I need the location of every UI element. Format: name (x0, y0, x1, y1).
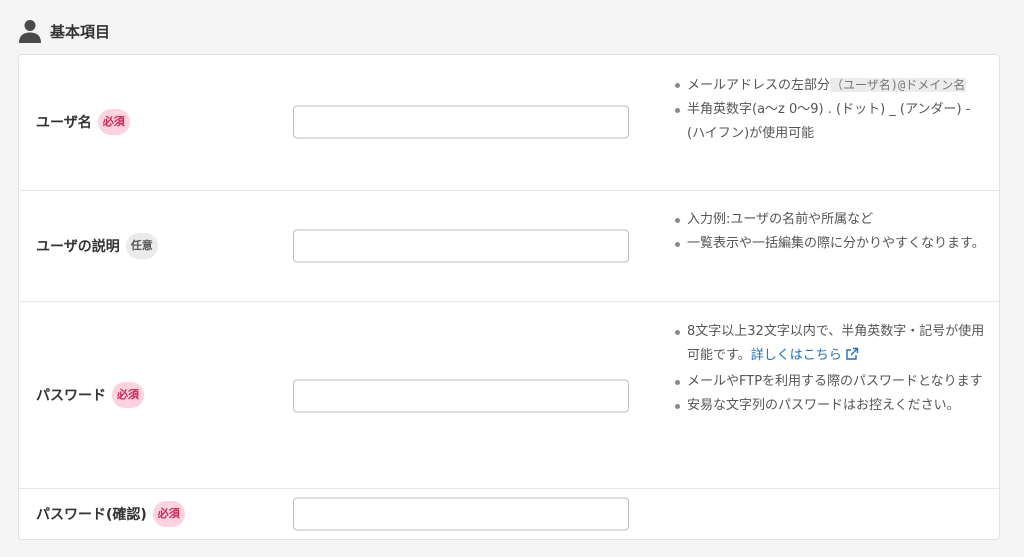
description-row: ユーザの説明 任意 入力例:ユーザの名前や所属など 一覧表示や一括編集の際に分か… (19, 191, 999, 302)
note-item: メールやFTPを利用する際のパスワードとなります (673, 370, 989, 394)
password-input[interactable] (293, 379, 629, 413)
note-text: メールアドレスの左部分 (687, 78, 831, 93)
description-label: ユーザの説明 (36, 239, 120, 255)
note-item: 一覧表示や一括編集の際に分かりやすくなります。 (673, 232, 989, 256)
description-input[interactable] (293, 229, 629, 263)
username-notes: メールアドレスの左部分（ユーザ名)@ドメイン名 半角英数字(a〜z 0〜9) .… (673, 73, 989, 146)
username-row: ユーザ名 必須 メールアドレスの左部分（ユーザ名)@ドメイン名 半角英数字(a〜… (19, 55, 999, 191)
optional-badge: 任意 (125, 233, 158, 259)
form-card: ユーザ名 必須 メールアドレスの左部分（ユーザ名)@ドメイン名 半角英数字(a〜… (18, 54, 1000, 540)
details-link[interactable]: 詳しくはこちら (751, 348, 842, 363)
username-input[interactable] (293, 105, 629, 139)
note-item: メールアドレスの左部分（ユーザ名)@ドメイン名 (673, 73, 989, 98)
username-label-group: ユーザ名 必須 (36, 108, 130, 136)
required-badge: 必須 (152, 501, 185, 527)
username-label: ユーザ名 (36, 115, 92, 131)
note-code-highlight: （ユーザ名)@ドメイン名 (830, 78, 967, 92)
external-link-icon[interactable] (845, 346, 859, 370)
password-label-group: パスワード 必須 (36, 381, 144, 409)
note-item: 安易な文字列のパスワードはお控えください。 (673, 394, 989, 418)
section-title: 基本項目 (50, 22, 111, 41)
note-item: 半角英数字(a〜z 0〜9) . (ドット) _ (アンダー) - (ハイフン)… (673, 98, 989, 146)
password-confirm-label-group: パスワード(確認) 必須 (36, 500, 185, 528)
password-notes: 8文字以上32文字以内で、半角英数字・記号が使用可能です。詳しくはこちら メール… (673, 320, 989, 418)
note-item: 8文字以上32文字以内で、半角英数字・記号が使用可能です。詳しくはこちら (673, 320, 989, 370)
password-row: パスワード 必須 8文字以上32文字以内で、半角英数字・記号が使用可能です。詳し… (19, 302, 999, 489)
password-label: パスワード (36, 388, 106, 404)
password-confirm-input[interactable] (293, 497, 629, 531)
description-notes: 入力例:ユーザの名前や所属など 一覧表示や一括編集の際に分かりやすくなります。 (673, 208, 989, 256)
user-icon (19, 19, 41, 43)
note-item: 入力例:ユーザの名前や所属など (673, 208, 989, 232)
description-label-group: ユーザの説明 任意 (36, 232, 158, 260)
section-header: 基本項目 (19, 17, 110, 45)
required-badge: 必須 (97, 109, 130, 135)
form-page: 基本項目 ユーザ名 必須 メールアドレスの左部分（ユーザ名)@ドメイン名 半角英… (0, 0, 1024, 557)
required-badge: 必須 (112, 382, 144, 408)
password-confirm-row: パスワード(確認) 必須 (19, 489, 999, 539)
password-confirm-label: パスワード(確認) (36, 507, 147, 523)
